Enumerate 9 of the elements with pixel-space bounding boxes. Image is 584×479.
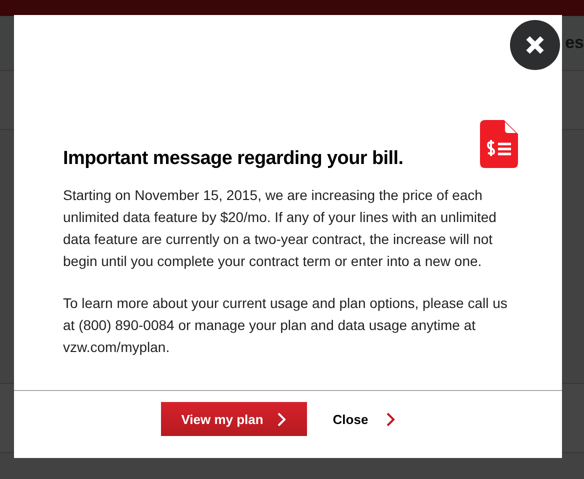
message-paragraph: Starting on November 15, 2015, we are increasing the price of each unlimited data feature by $20/mo. If any of your lines with an unlimited data feature are currently on a two-year contract, the increase will not begin until you complete your contract term or enter into a new one. <box>63 186 498 271</box>
bill-document-icon <box>480 120 518 168</box>
chevron-icon <box>277 412 286 426</box>
view-plan-button[interactable]: View my plan <box>160 402 307 436</box>
close-link[interactable]: Close <box>332 402 396 436</box>
message-paragraph: To learn more about your current usage and plan options, please call us at (800) 890-0084 or manage your plan and data usage anytime at vzw.com/myplan. <box>63 294 508 357</box>
chevron-icon <box>386 412 396 426</box>
dialog-title: Important message regarding your bill. <box>63 148 404 170</box>
close-icon <box>525 35 545 55</box>
